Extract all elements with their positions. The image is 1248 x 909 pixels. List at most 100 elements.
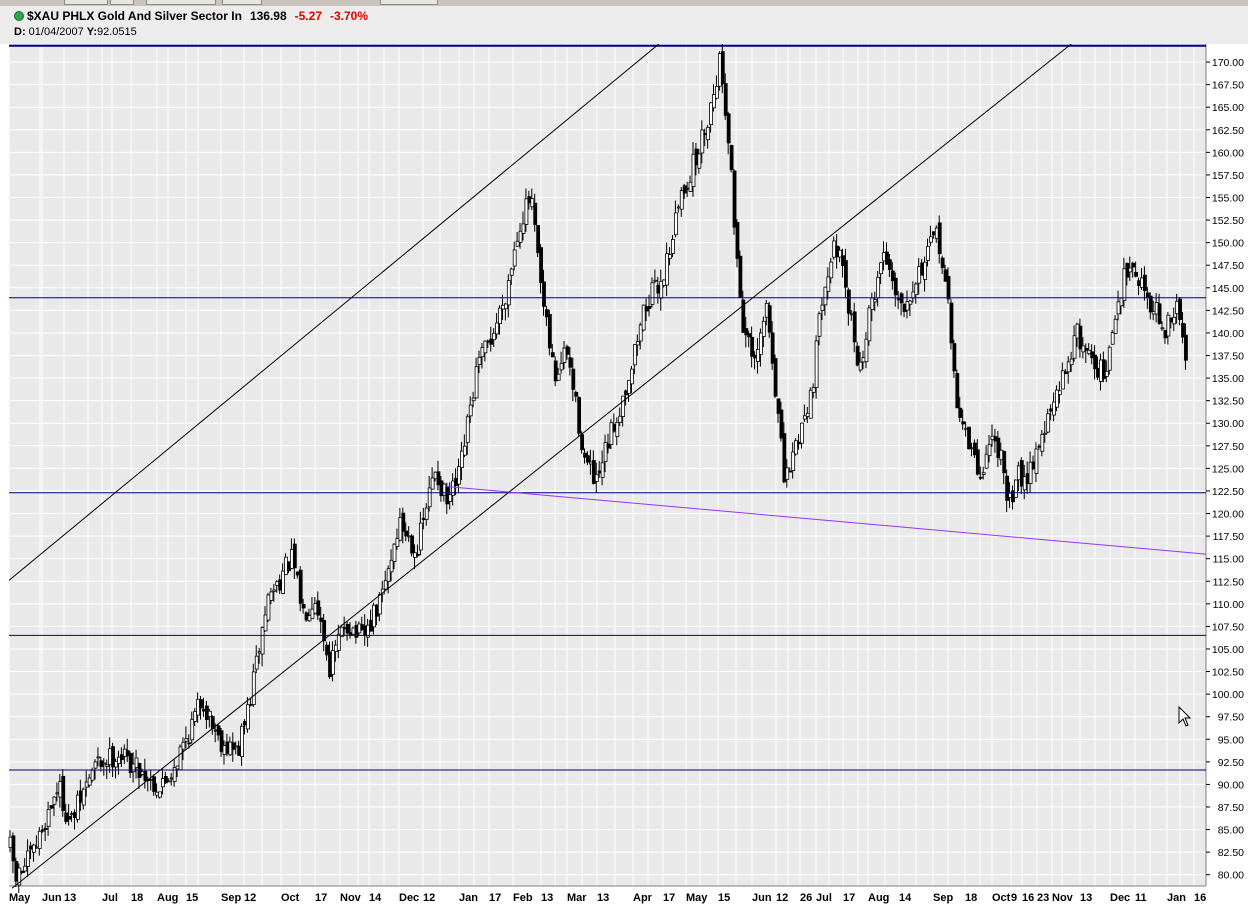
x-tick-label: 23 bbox=[1037, 892, 1049, 904]
candle-body bbox=[908, 300, 913, 305]
candle-body bbox=[404, 530, 409, 537]
candle-body bbox=[893, 277, 898, 296]
candle-body bbox=[298, 569, 303, 604]
candle-body bbox=[594, 473, 599, 482]
candle-body bbox=[90, 769, 95, 781]
candle-body bbox=[389, 559, 394, 573]
candle-body bbox=[674, 212, 678, 236]
x-tick-label: 13 bbox=[541, 892, 553, 904]
candle-body bbox=[955, 373, 960, 409]
candle-body bbox=[632, 344, 637, 366]
y-tick-label: 155.00 bbox=[1212, 193, 1244, 205]
x-tick-label: Jun bbox=[42, 892, 62, 904]
candle-body bbox=[52, 796, 57, 805]
y-tick-label: 165.00 bbox=[1212, 102, 1244, 114]
candle-body bbox=[1104, 370, 1109, 377]
candle-body bbox=[826, 276, 831, 292]
candle-body bbox=[820, 304, 825, 311]
candle-body bbox=[506, 280, 511, 306]
candle-body bbox=[1078, 325, 1083, 350]
candle-body bbox=[26, 850, 30, 867]
candle-body bbox=[650, 282, 655, 305]
x-tick-label: Dec bbox=[399, 892, 419, 904]
candle-body bbox=[207, 710, 212, 717]
candle-body bbox=[808, 389, 813, 419]
candle-body bbox=[846, 289, 851, 314]
y-tick-label: 122.50 bbox=[1212, 486, 1244, 498]
y-tick-label: 170.00 bbox=[1212, 57, 1244, 69]
candle-body bbox=[923, 261, 927, 280]
chart-header: $XAU PHLX Gold And Silver Sector In 136.9… bbox=[0, 6, 1248, 44]
candle-body bbox=[260, 627, 265, 655]
candle-body bbox=[471, 397, 476, 402]
x-tick-label: Jul bbox=[102, 892, 118, 904]
x-tick-label: 18 bbox=[131, 892, 143, 904]
candle-body bbox=[630, 368, 634, 385]
candle-body bbox=[940, 257, 945, 269]
x-tick-label: May bbox=[686, 892, 708, 904]
y-label: Y: bbox=[86, 26, 97, 38]
candle-body bbox=[251, 671, 256, 706]
candle-body bbox=[750, 336, 755, 357]
candle-body bbox=[533, 202, 538, 225]
y-tick-label: 160.00 bbox=[1212, 147, 1244, 159]
x-tick-label: 15 bbox=[186, 892, 198, 904]
y-tick-label: 100.00 bbox=[1212, 689, 1244, 701]
candle-body bbox=[322, 620, 327, 642]
candle-body bbox=[465, 416, 470, 443]
candle-body bbox=[331, 650, 335, 675]
candle-body bbox=[981, 472, 986, 475]
x-tick-label: 26 bbox=[800, 892, 812, 904]
price-change-pct: -3.70% bbox=[330, 9, 369, 23]
candle-body bbox=[577, 397, 582, 434]
candle-body bbox=[773, 358, 778, 397]
x-tick-label: Sep bbox=[221, 892, 241, 904]
x-tick-label: 14 bbox=[369, 892, 382, 904]
candle-body bbox=[800, 422, 804, 444]
candle-body bbox=[984, 453, 989, 469]
candle-body bbox=[158, 791, 162, 798]
y-tick-label: 127.50 bbox=[1212, 441, 1244, 453]
candle-body bbox=[615, 421, 620, 437]
candle-body bbox=[1128, 267, 1133, 273]
candle-body bbox=[791, 451, 796, 471]
candle-body bbox=[1184, 334, 1188, 361]
candle-body bbox=[1063, 371, 1068, 375]
x-tick-label: Dec bbox=[1110, 892, 1130, 904]
candle-body bbox=[586, 455, 590, 463]
candle-body bbox=[46, 809, 51, 827]
x-tick-label: 14 bbox=[899, 892, 912, 904]
candle-body bbox=[184, 738, 189, 742]
y-tick-label: 135.00 bbox=[1212, 373, 1244, 385]
x-tick-label: 17 bbox=[663, 892, 675, 904]
candle-body bbox=[1157, 303, 1162, 324]
symbol-title: $XAU PHLX Gold And Silver Sector In bbox=[27, 9, 242, 23]
candle-body bbox=[37, 830, 42, 849]
candle-body bbox=[210, 716, 215, 729]
candle-body bbox=[32, 844, 36, 853]
candle-body bbox=[483, 340, 488, 354]
x-tick-label: 17 bbox=[315, 892, 327, 904]
candle-body bbox=[952, 343, 957, 372]
candle-body bbox=[767, 305, 772, 333]
candle-body bbox=[726, 113, 731, 144]
y-tick-label: 152.50 bbox=[1212, 215, 1244, 227]
y-tick-label: 147.50 bbox=[1212, 260, 1244, 272]
candle-body bbox=[521, 223, 526, 234]
x-tick-label: 17 bbox=[489, 892, 501, 904]
candle-body bbox=[961, 421, 966, 425]
candle-body bbox=[43, 827, 48, 830]
left-margin bbox=[0, 44, 9, 886]
x-tick-label: 15 bbox=[718, 892, 730, 904]
y-tick-label: 167.50 bbox=[1212, 80, 1244, 92]
price-chart[interactable]: 80.00 82.50 85.00 87.50 90.00 92.50 95.00 97.50… bbox=[0, 0, 1248, 909]
candle-body bbox=[495, 322, 499, 335]
x-tick-label: Aug bbox=[157, 892, 178, 904]
candle-body bbox=[316, 600, 321, 616]
candle-body bbox=[671, 239, 675, 254]
candle-body bbox=[427, 487, 432, 508]
y-tick-label: 112.50 bbox=[1213, 576, 1244, 588]
candle-body bbox=[457, 466, 461, 485]
candle-body bbox=[571, 368, 576, 390]
candle-body bbox=[11, 835, 16, 862]
